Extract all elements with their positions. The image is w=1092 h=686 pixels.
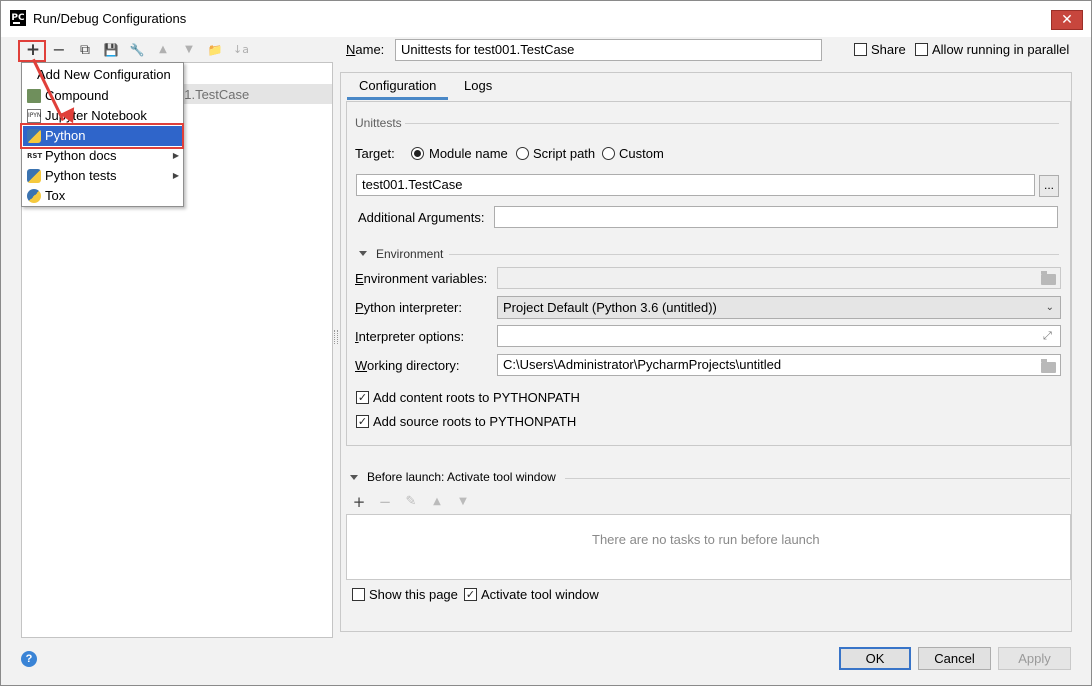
working-directory-label: Working directory: bbox=[355, 358, 460, 373]
popup-item-python-docs[interactable]: RST Python docs ▶ bbox=[23, 146, 183, 166]
content-roots-label: Add content roots to PYTHONPATH bbox=[373, 390, 580, 405]
python-item-annotation bbox=[20, 123, 184, 149]
python-tests-icon bbox=[27, 169, 41, 183]
environment-collapse-icon[interactable] bbox=[359, 251, 367, 256]
remove-configuration-button[interactable]: − bbox=[50, 41, 68, 59]
apply-button[interactable]: Apply bbox=[998, 647, 1071, 670]
name-label: Name: bbox=[346, 42, 385, 57]
target-module-label: Module name bbox=[429, 146, 508, 161]
environment-section-title: Environment bbox=[376, 247, 444, 261]
source-roots-label: Add source roots to PYTHONPATH bbox=[373, 414, 577, 429]
expand-icon[interactable]: ⤢ bbox=[1043, 329, 1052, 343]
sort-button[interactable]: ↓a bbox=[232, 41, 250, 59]
content-roots-checkbox[interactable]: ✓ bbox=[356, 391, 369, 404]
chevron-down-icon: ⌄ bbox=[1045, 302, 1054, 313]
tree-selected-label: 01.TestCase bbox=[177, 87, 250, 102]
target-script-radio[interactable] bbox=[516, 147, 529, 160]
activate-tool-window-checkbox[interactable]: ✓ bbox=[464, 588, 477, 601]
target-custom-radio[interactable] bbox=[602, 147, 615, 160]
before-launch-task-list[interactable] bbox=[346, 514, 1071, 580]
working-directory-input[interactable]: C:\Users\Administrator\PycharmProjects\u… bbox=[497, 354, 1061, 376]
allow-parallel-checkbox[interactable] bbox=[915, 43, 928, 56]
submenu-arrow-icon: ▶ bbox=[172, 171, 179, 180]
share-checkbox[interactable] bbox=[854, 43, 867, 56]
source-roots-checkbox[interactable]: ✓ bbox=[356, 415, 369, 428]
allow-parallel-label: Allow running in parallel bbox=[932, 42, 1070, 57]
edit-defaults-button[interactable]: 🔧 bbox=[128, 41, 146, 59]
save-configuration-button[interactable]: 💾 bbox=[102, 41, 120, 59]
python-interpreter-select[interactable]: Project Default (Python 3.6 (untitled)) … bbox=[497, 296, 1061, 319]
target-module-radio[interactable] bbox=[411, 147, 424, 160]
empty-tasks-message: There are no tasks to run before launch bbox=[592, 532, 820, 547]
jupyter-icon: IPYN bbox=[27, 109, 41, 123]
target-script-label: Script path bbox=[533, 146, 596, 161]
target-custom-label: Custom bbox=[619, 146, 664, 161]
interpreter-options-input[interactable] bbox=[497, 325, 1061, 347]
move-down-button[interactable]: ▼ bbox=[180, 41, 198, 59]
title-bar: PC Run/Debug Configurations ✕ bbox=[1, 1, 1091, 37]
environment-variables-label: Environment variables: bbox=[355, 271, 488, 286]
python-interpreter-value: Project Default (Python 3.6 (untitled)) bbox=[503, 300, 717, 315]
move-task-up-button[interactable]: ▲ bbox=[429, 494, 445, 510]
tab-configuration[interactable]: Configuration bbox=[347, 74, 449, 100]
tab-logs[interactable]: Logs bbox=[452, 74, 504, 100]
close-button[interactable]: ✕ bbox=[1051, 10, 1083, 30]
browse-target-button[interactable]: ... bbox=[1039, 175, 1059, 197]
python-interpreter-label: Python interpreter: bbox=[355, 300, 462, 315]
popup-item-label: Python tests bbox=[45, 168, 117, 183]
compound-icon bbox=[27, 89, 41, 103]
ok-button[interactable]: OK bbox=[839, 647, 911, 670]
before-launch-divider bbox=[565, 478, 1070, 479]
panel-splitter[interactable] bbox=[334, 330, 338, 344]
folder-button[interactable]: 📁 bbox=[206, 41, 224, 59]
popup-item-python-tests[interactable]: Python tests ▶ bbox=[23, 166, 183, 186]
rst-icon: RST bbox=[27, 152, 43, 160]
env-vars-folder-icon[interactable] bbox=[1041, 271, 1056, 285]
tox-icon bbox=[27, 189, 41, 203]
help-icon[interactable]: ? bbox=[21, 651, 37, 667]
environment-divider bbox=[449, 254, 1059, 255]
popup-item-tox[interactable]: Tox bbox=[23, 186, 183, 206]
copy-configuration-button[interactable]: ⧉ bbox=[76, 41, 94, 59]
move-task-down-button[interactable]: ▼ bbox=[455, 494, 471, 510]
target-label: Target: bbox=[355, 146, 395, 161]
remove-task-button[interactable]: − bbox=[377, 494, 393, 510]
share-label: Share bbox=[871, 42, 906, 57]
working-dir-folder-icon[interactable] bbox=[1041, 359, 1056, 373]
add-task-button[interactable]: + bbox=[351, 494, 367, 510]
group-divider bbox=[405, 123, 1059, 124]
edit-task-button[interactable]: ✎ bbox=[403, 494, 419, 510]
show-page-checkbox[interactable] bbox=[352, 588, 365, 601]
pycharm-icon: PC bbox=[10, 10, 26, 26]
environment-variables-input[interactable] bbox=[497, 267, 1061, 289]
popup-header: Add New Configuration bbox=[37, 67, 171, 82]
popup-item-label: Tox bbox=[45, 188, 66, 203]
interpreter-options-label: Interpreter options: bbox=[355, 329, 465, 344]
target-input[interactable]: test001.TestCase bbox=[356, 174, 1035, 196]
submenu-arrow-icon: ▶ bbox=[172, 151, 179, 160]
cancel-button[interactable]: Cancel bbox=[918, 647, 991, 670]
unittests-group-title: Unittests bbox=[355, 116, 402, 130]
activate-tool-window-label: Activate tool window bbox=[481, 587, 599, 602]
show-page-label: Show this page bbox=[369, 587, 458, 602]
before-launch-collapse-icon[interactable] bbox=[350, 475, 358, 480]
additional-arguments-input[interactable] bbox=[494, 206, 1058, 228]
additional-arguments-label: Additional Arguments: bbox=[358, 210, 485, 225]
move-up-button[interactable]: ▲ bbox=[154, 41, 172, 59]
window-title: Run/Debug Configurations bbox=[33, 11, 187, 26]
name-input[interactable]: Unittests for test001.TestCase bbox=[395, 39, 822, 61]
popup-item-label: Python docs bbox=[45, 148, 117, 163]
before-launch-title: Before launch: Activate tool window bbox=[367, 470, 556, 484]
